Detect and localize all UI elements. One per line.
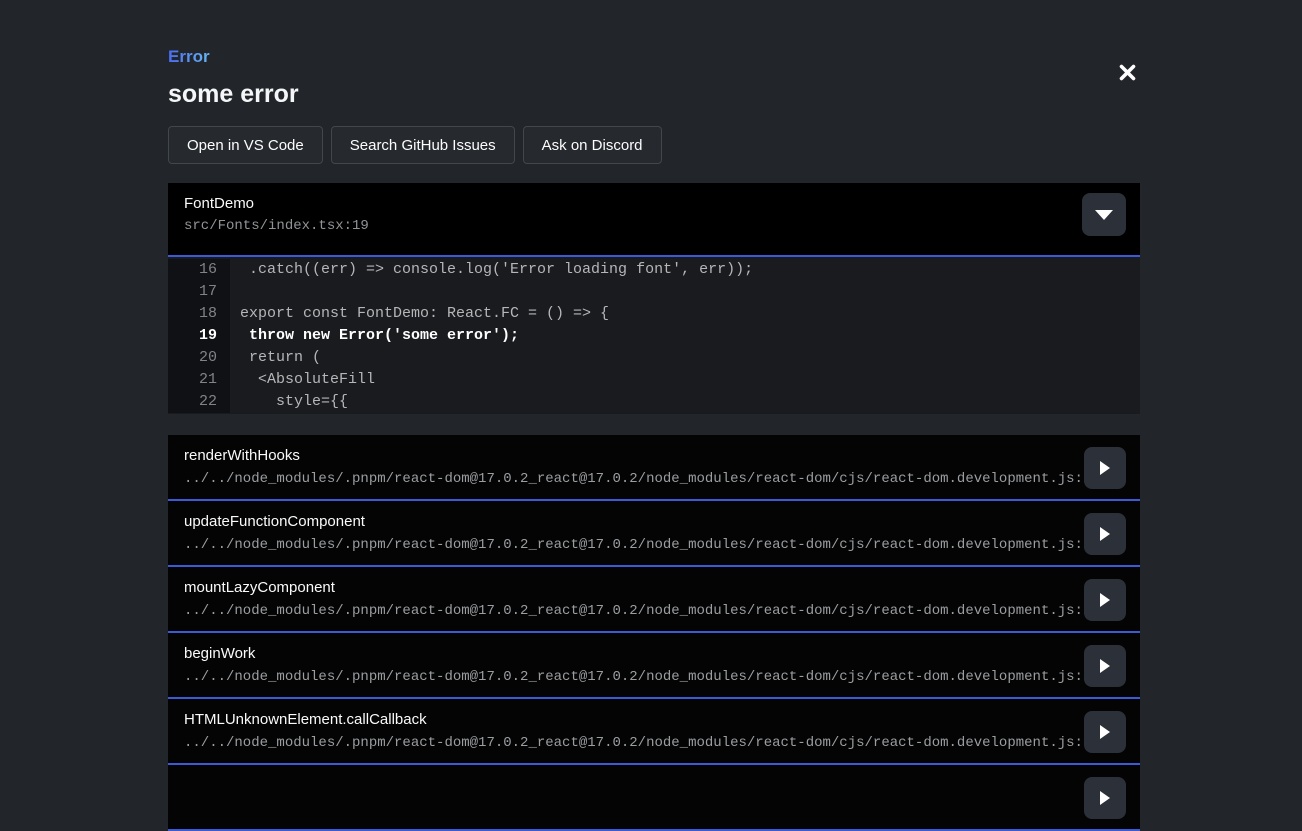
code-frame-function-name: FontDemo: [184, 194, 1124, 214]
ask-on-discord-button[interactable]: Ask on Discord: [523, 126, 662, 164]
stack-frame-path: ../../node_modules/.pnpm/react-dom@17.0.…: [184, 470, 1124, 488]
line-code: <AbsoluteFill: [230, 369, 1140, 391]
stack-frame-name: updateFunctionComponent: [184, 512, 1124, 532]
line-number: 22: [168, 391, 230, 413]
stack-frame-name: beginWork: [184, 644, 1124, 664]
error-message: some error: [168, 80, 1140, 108]
stack-frame: HTMLUnknownElement.callCallback ../../no…: [168, 699, 1140, 765]
line-code: throw new Error('some error');: [230, 325, 1140, 347]
code-frame-header: FontDemo src/Fonts/index.tsx:19: [168, 183, 1140, 257]
chevron-right-icon: [1100, 527, 1110, 541]
stack-frame-name: renderWithHooks: [184, 446, 1124, 466]
chevron-down-icon: [1095, 210, 1113, 220]
line-number: 19: [168, 325, 230, 347]
code-line: 17: [168, 281, 1140, 303]
expand-frame-button[interactable]: [1084, 645, 1126, 687]
expand-frame-button[interactable]: [1084, 711, 1126, 753]
stack-trace: renderWithHooks ../../node_modules/.pnpm…: [168, 435, 1140, 831]
error-kicker: Error: [168, 47, 210, 67]
stack-frame-partial: [168, 765, 1140, 831]
action-buttons: Open in VS Code Search GitHub Issues Ask…: [168, 126, 1140, 164]
error-overlay: Error some error Open in VS Code Search …: [168, 0, 1140, 831]
code-line-highlighted: 19 throw new Error('some error');: [168, 325, 1140, 347]
stack-frame-name: mountLazyComponent: [184, 578, 1124, 598]
chevron-right-icon: [1100, 791, 1110, 805]
code-frame: FontDemo src/Fonts/index.tsx:19 16 .catc…: [168, 183, 1140, 414]
expand-frame-button[interactable]: [1084, 447, 1126, 489]
stack-frame: beginWork ../../node_modules/.pnpm/react…: [168, 633, 1140, 699]
line-code: export const FontDemo: React.FC = () => …: [230, 303, 1140, 325]
stack-frame-name: HTMLUnknownElement.callCallback: [184, 710, 1124, 730]
line-number: 20: [168, 347, 230, 369]
code-line: 18export const FontDemo: React.FC = () =…: [168, 303, 1140, 325]
line-number: 16: [168, 259, 230, 281]
line-code: style={{: [230, 391, 1140, 413]
line-number: 21: [168, 369, 230, 391]
stack-frame: mountLazyComponent ../../node_modules/.p…: [168, 567, 1140, 633]
line-number: 18: [168, 303, 230, 325]
chevron-right-icon: [1100, 593, 1110, 607]
stack-frame: updateFunctionComponent ../../node_modul…: [168, 501, 1140, 567]
search-github-issues-button[interactable]: Search GitHub Issues: [331, 126, 515, 164]
chevron-right-icon: [1100, 659, 1110, 673]
stack-frame-path: ../../node_modules/.pnpm/react-dom@17.0.…: [184, 668, 1124, 686]
code-line: 20 return (: [168, 347, 1140, 369]
line-code: [230, 281, 1140, 303]
stack-frame-path: ../../node_modules/.pnpm/react-dom@17.0.…: [184, 602, 1124, 620]
expand-frame-button[interactable]: [1084, 513, 1126, 555]
collapse-frame-button[interactable]: [1082, 193, 1126, 236]
code-line: 21 <AbsoluteFill: [168, 369, 1140, 391]
open-in-vscode-button[interactable]: Open in VS Code: [168, 126, 323, 164]
line-code: .catch((err) => console.log('Error loadi…: [230, 259, 1140, 281]
stack-frame: renderWithHooks ../../node_modules/.pnpm…: [168, 435, 1140, 501]
line-number: 17: [168, 281, 230, 303]
chevron-right-icon: [1100, 461, 1110, 475]
code-line: 22 style={{: [168, 391, 1140, 413]
chevron-right-icon: [1100, 725, 1110, 739]
stack-frame-path: ../../node_modules/.pnpm/react-dom@17.0.…: [184, 536, 1124, 554]
line-code: return (: [230, 347, 1140, 369]
expand-frame-button[interactable]: [1084, 579, 1126, 621]
code-frame-location: src/Fonts/index.tsx:19: [184, 217, 1124, 235]
expand-frame-button[interactable]: [1084, 777, 1126, 819]
code-snippet: 16 .catch((err) => console.log('Error lo…: [168, 257, 1140, 414]
code-line: 16 .catch((err) => console.log('Error lo…: [168, 259, 1140, 281]
stack-frame-path: ../../node_modules/.pnpm/react-dom@17.0.…: [184, 734, 1124, 752]
